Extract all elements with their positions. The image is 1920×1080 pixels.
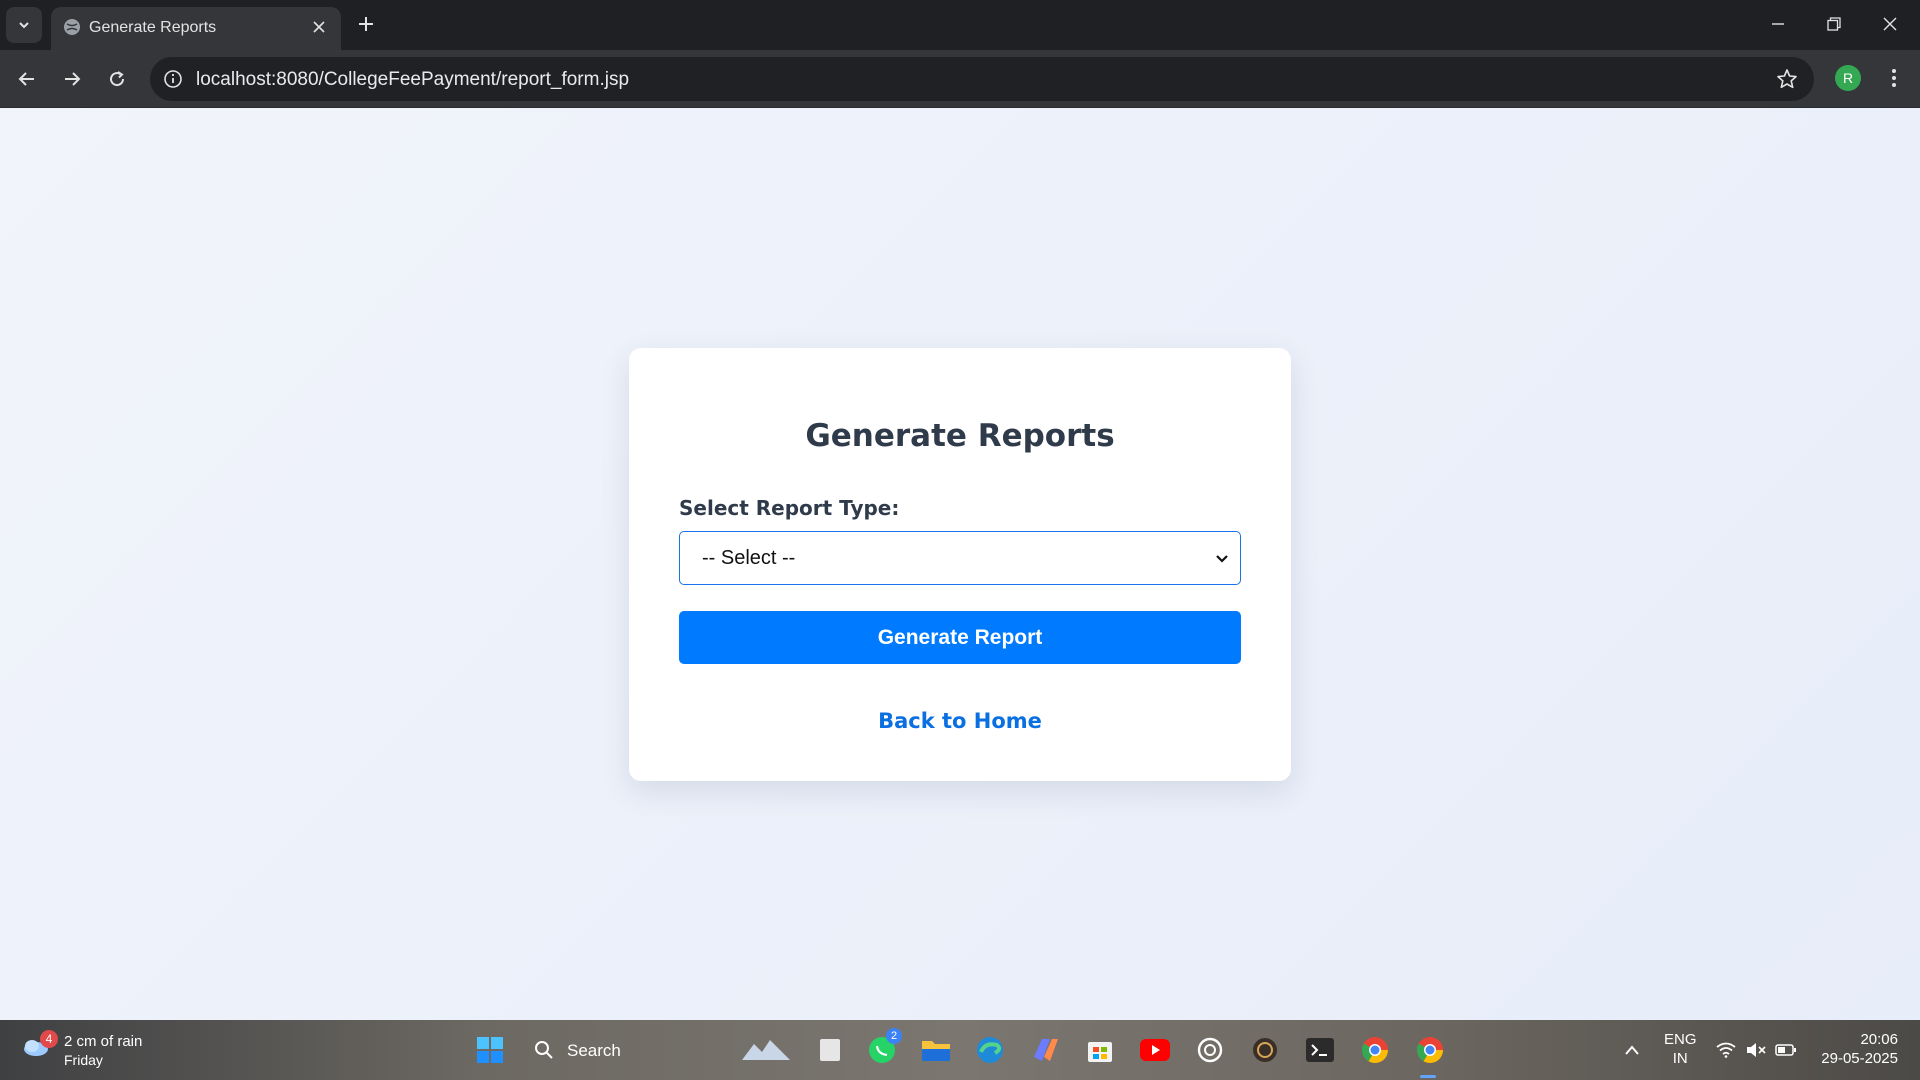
weather-badge: 4 [40, 1030, 58, 1048]
taskbar-app-whatsapp[interactable]: 2 [862, 1028, 902, 1070]
report-type-label: Select Report Type: [679, 496, 900, 520]
taskbar-app-generic[interactable] [1245, 1030, 1285, 1070]
weather-widget[interactable]: 4 2 cm of rain Friday [22, 1030, 162, 1070]
taskbar-app-edge[interactable] [970, 1030, 1010, 1070]
url-text[interactable]: localhost:8080/CollegeFeePayment/report_… [196, 69, 629, 91]
lang-region: IN [1672, 1050, 1688, 1067]
whatsapp-badge: 2 [886, 1028, 902, 1044]
globe-icon [64, 19, 80, 35]
windows-start-icon [477, 1037, 503, 1063]
page-title: Generate Reports [805, 418, 1115, 454]
tab-title: Generate Reports [89, 19, 217, 36]
youtube-icon [1140, 1039, 1170, 1061]
taskbar: 4 2 cm of rain Friday Search 2 ENG IN 20… [0, 1020, 1920, 1080]
restore-button[interactable] [1806, 0, 1862, 48]
info-icon[interactable] [162, 68, 184, 90]
taskbar-app-terminal[interactable] [1300, 1030, 1340, 1070]
file-icon [820, 1039, 840, 1061]
close-icon [1883, 17, 1897, 31]
more-vert-icon [1892, 69, 1896, 87]
volume-muted-icon [1747, 1043, 1766, 1057]
arrow-left-icon [18, 72, 34, 86]
chevron-down-icon [19, 22, 29, 29]
clock-date: 29-05-2025 [1821, 1050, 1898, 1067]
clock[interactable]: 20:06 29-05-2025 [1821, 1030, 1898, 1068]
search-label: Search [567, 1041, 621, 1060]
taskbar-app-chatgpt[interactable] [1190, 1030, 1230, 1070]
chrome-icon [1361, 1037, 1389, 1064]
file-explorer-icon [922, 1041, 950, 1061]
report-type-select[interactable]: -- Select -- [679, 531, 1241, 585]
chatgpt-icon [1197, 1037, 1223, 1063]
browser-toolbar: localhost:8080/CollegeFeePayment/report_… [0, 50, 1920, 108]
lang-code: ENG [1664, 1031, 1697, 1048]
tab-strip: Generate Reports [0, 0, 1920, 50]
minimize-button[interactable] [1750, 0, 1806, 48]
chevron-down-icon [1216, 555, 1228, 563]
page-viewport: Generate Reports Select Report Type: -- … [0, 108, 1920, 1020]
weather-day: Friday [64, 1052, 103, 1068]
reload-icon [110, 71, 125, 87]
terminal-icon [1306, 1038, 1334, 1062]
taskbar-app-file-explorer[interactable] [916, 1030, 956, 1070]
plus-icon [359, 17, 373, 31]
chevron-up-icon [1625, 1045, 1639, 1055]
taskbar-app-chrome[interactable] [1355, 1030, 1395, 1070]
close-window-button[interactable] [1862, 0, 1918, 48]
active-app-indicator [1420, 1075, 1436, 1078]
tab-close-button[interactable] [307, 15, 331, 39]
restore-icon [1827, 17, 1841, 31]
report-form-card: Generate Reports Select Report Type: -- … [629, 348, 1291, 781]
close-icon [313, 21, 325, 33]
tab-search-button[interactable] [6, 7, 42, 43]
copilot-icon [1034, 1039, 1058, 1061]
taskbar-app-chrome-profile[interactable] [1410, 1030, 1450, 1070]
profile-avatar[interactable]: R [1835, 65, 1861, 91]
widgets-button[interactable] [738, 1030, 794, 1070]
forward-button[interactable] [55, 62, 89, 96]
language-indicator[interactable]: ENG IN [1664, 1030, 1697, 1068]
new-tab-button[interactable] [351, 9, 381, 39]
reload-button[interactable] [100, 62, 134, 96]
star-icon[interactable] [1776, 68, 1798, 90]
edge-icon [977, 1037, 1003, 1063]
browser-tab[interactable]: Generate Reports [51, 7, 341, 50]
arrow-right-icon [65, 72, 81, 86]
wifi-icon [1716, 1042, 1736, 1058]
start-button[interactable] [470, 1030, 510, 1070]
taskbar-app-store[interactable] [1080, 1030, 1120, 1070]
search-icon [535, 1041, 553, 1059]
weather-title: 2 cm of rain [64, 1033, 143, 1050]
browser-menu-button[interactable] [1880, 63, 1908, 93]
address-bar[interactable]: localhost:8080/CollegeFeePayment/report_… [150, 57, 1814, 101]
back-button[interactable] [10, 62, 44, 96]
generate-report-button[interactable]: Generate Report [679, 611, 1241, 664]
taskbar-app-file[interactable] [810, 1030, 850, 1070]
taskbar-app-copilot[interactable] [1025, 1030, 1065, 1070]
taskbar-search[interactable]: Search [530, 1034, 670, 1066]
clock-time: 20:06 [1860, 1031, 1898, 1048]
back-to-home-link[interactable]: Back to Home [629, 709, 1291, 733]
select-value: -- Select -- [702, 547, 796, 569]
app-icon [1253, 1038, 1277, 1062]
battery-icon [1775, 1044, 1796, 1056]
store-icon [1088, 1042, 1112, 1062]
widgets-icon [742, 1040, 790, 1060]
minimize-icon [1772, 23, 1784, 25]
battery-status[interactable] [1766, 1030, 1806, 1070]
tray-overflow-button[interactable] [1612, 1030, 1652, 1070]
taskbar-app-youtube[interactable] [1135, 1030, 1175, 1070]
chrome-profile-icon [1416, 1037, 1444, 1064]
